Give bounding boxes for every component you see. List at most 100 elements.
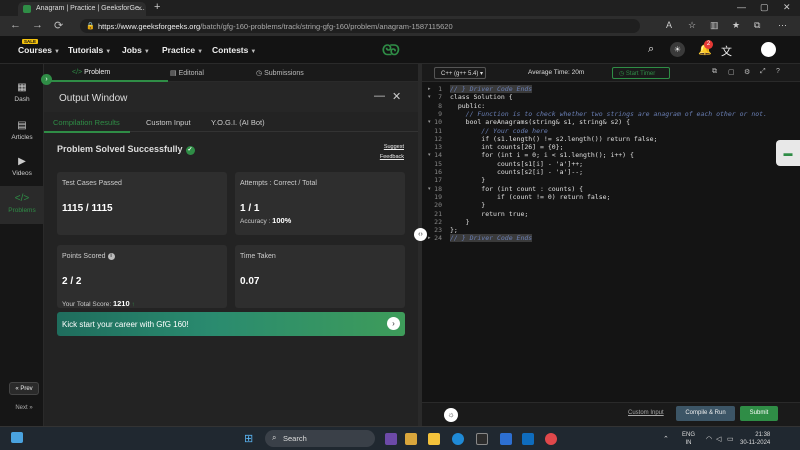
browser-tab-title: Anagram | Practice | GeeksforGe... [36,5,145,12]
code-line: for (int count : counts) { [450,184,584,193]
store-icon[interactable] [476,433,488,445]
subtab-compilation-results[interactable]: Compilation Results [53,118,120,127]
settings-icon[interactable]: ⚙ [744,68,750,76]
chevron-right-icon[interactable]: › [387,317,400,330]
edge-browser-icon[interactable] [452,433,464,445]
fold-arrow-icon[interactable]: ▾ [428,186,431,192]
video-icon: ▶ [18,156,26,167]
nav-tutorials[interactable]: Tutorials ▼ [68,45,111,55]
chevron-down-icon: ▾ [480,71,484,77]
rail-item-articles[interactable]: ▤ Articles [0,120,44,141]
banner-text: Kick start your career with GfG 160! [62,320,189,329]
solved-status-text: Problem Solved Successfully [57,144,183,154]
fullscreen-icon[interactable]: ⤢ [760,68,766,76]
next-button[interactable]: Next » [9,402,39,415]
gfg160-banner[interactable]: Kick start your career with GfG 160! › [57,312,405,336]
forward-arrow-icon[interactable]: → [32,19,43,31]
language-line2: IN [685,440,692,446]
copy-icon[interactable]: ⧉ [712,68,717,76]
maximize-icon[interactable]: ▢ [760,2,769,13]
output-window-header: Output Window — ✕ [44,82,418,112]
nav-practice-label: Practice [162,45,196,55]
fold-arrow-icon[interactable]: ▸ [428,235,431,241]
close-icon[interactable]: ✕ [392,90,401,103]
prev-button[interactable]: « Prev [9,382,39,395]
subtab-yogi-ai-bot[interactable]: Y.O.G.I. (AI Bot) [211,118,265,127]
user-avatar[interactable] [761,42,776,57]
widgets-icon[interactable] [11,432,23,443]
volume-icon[interactable]: ◁ [716,435,721,443]
fold-arrow-icon[interactable]: ▾ [428,152,431,158]
expand-panel-icon[interactable]: › [41,74,52,85]
average-time-value: 20m [571,69,585,76]
reload-icon[interactable]: ⟳ [54,19,63,32]
fold-arrow-icon[interactable]: ▾ [428,119,431,125]
folder-icon[interactable] [428,433,440,445]
theme-toggle-icon[interactable]: ☀ [670,42,685,57]
language-select[interactable]: C++ (g++ 5.4) ▾ [434,67,486,79]
rail-item-dash[interactable]: ▦ Dash [0,82,44,103]
url-field[interactable]: 🔒 https://www.geeksforgeeks.org/batch/gf… [80,19,640,33]
nav-courses[interactable]: Courses ▼ [18,45,60,55]
rail-item-videos[interactable]: ▶ Videos [0,156,44,177]
reset-icon[interactable]: ▢ [728,68,735,76]
favorite-star-icon[interactable]: ☆ [688,20,696,31]
compile-run-button[interactable]: Compile & Run [676,406,735,421]
file-explorer-icon[interactable] [405,433,417,445]
split-screen-icon[interactable]: ▥ [710,20,719,31]
browser-tab[interactable]: Anagram | Practice | GeeksforGe... × [18,2,146,16]
back-arrow-icon[interactable]: ← [10,19,21,31]
feedback-link[interactable]: Feedback [380,154,404,160]
lightbulb-icon[interactable]: ☼ [444,408,458,422]
collections-icon[interactable]: ⧉ [754,20,760,31]
tab-editorial[interactable]: ▤ Editorial [170,69,204,77]
close-tab-icon[interactable]: × [137,4,142,13]
code-editor[interactable]: 1 ▸ 7 ▾ 8 9 10 ▾ 11 12 13 14 ▾ 15 16 17 18 ▾ 19 20 21 22 23 24 ▸… [422,82,800,402]
language-indicator[interactable]: ENG IN [682,431,695,447]
drag-handle-icon[interactable]: ‹› [414,228,427,241]
wifi-icon[interactable]: ◠ [706,435,712,443]
fold-arrow-icon[interactable]: ▸ [428,86,431,92]
taskbar-search[interactable]: ⌕ Search [265,430,375,447]
battery-icon[interactable]: ▭ [727,435,734,443]
minimize-icon[interactable]: — [737,2,746,12]
chevron-up-icon[interactable]: ⌃ [663,435,669,443]
submit-button[interactable]: Submit [740,406,778,421]
rail-item-problems[interactable]: </> Problems [0,186,44,224]
line-number: 21 [434,209,442,218]
average-time: Average Time: 20m [528,69,584,76]
code-line: bool areAnagrams(string& s1, string& s2)… [450,118,631,127]
new-tab-icon[interactable]: + [154,1,160,13]
start-timer-button[interactable]: ◷ Start Timer [612,67,670,79]
custom-input-link[interactable]: Custom Input [628,410,664,416]
chevron-down-icon: ▼ [250,49,257,55]
search-icon[interactable]: ⌕ [648,43,654,56]
gfg-logo[interactable]: ᘓᘐ [382,42,400,59]
more-options-icon[interactable]: ⋯ [778,20,787,31]
copilot-icon[interactable] [385,433,397,445]
info-icon[interactable]: i [107,253,115,260]
line-number: 12 [434,134,442,143]
suggest-link[interactable]: Suggest [384,144,404,150]
app-icon[interactable] [522,433,534,445]
brave-browser-icon[interactable] [545,433,557,445]
read-aloud-icon[interactable]: A [666,20,672,30]
arrow-up-icon: ↑ [131,301,135,308]
translate-icon[interactable]: 文 [721,43,732,59]
subtab-custom-input[interactable]: Custom Input [146,118,191,127]
windows-start-icon[interactable]: ⊞ [244,432,253,445]
chat-icon[interactable]: ▬ [776,140,800,166]
favorites-icon[interactable]: ★ [732,20,740,31]
tab-submissions[interactable]: ◷ Submissions [256,69,304,77]
help-icon[interactable]: ? [776,68,780,75]
code-line: } [450,201,486,210]
dropbox-icon[interactable] [500,433,512,445]
nav-practice[interactable]: Practice ▼ [162,45,203,55]
close-window-icon[interactable]: ✕ [783,2,791,13]
taskbar-clock[interactable]: 21:38 30-11-2024 [740,431,770,447]
nav-jobs[interactable]: Jobs ▼ [122,45,150,55]
nav-contests[interactable]: Contests ▼ [212,45,256,55]
tab-problem[interactable]: </> Problem [72,69,110,76]
minimize-icon[interactable]: — [374,90,385,102]
fold-arrow-icon[interactable]: ▾ [428,94,431,100]
